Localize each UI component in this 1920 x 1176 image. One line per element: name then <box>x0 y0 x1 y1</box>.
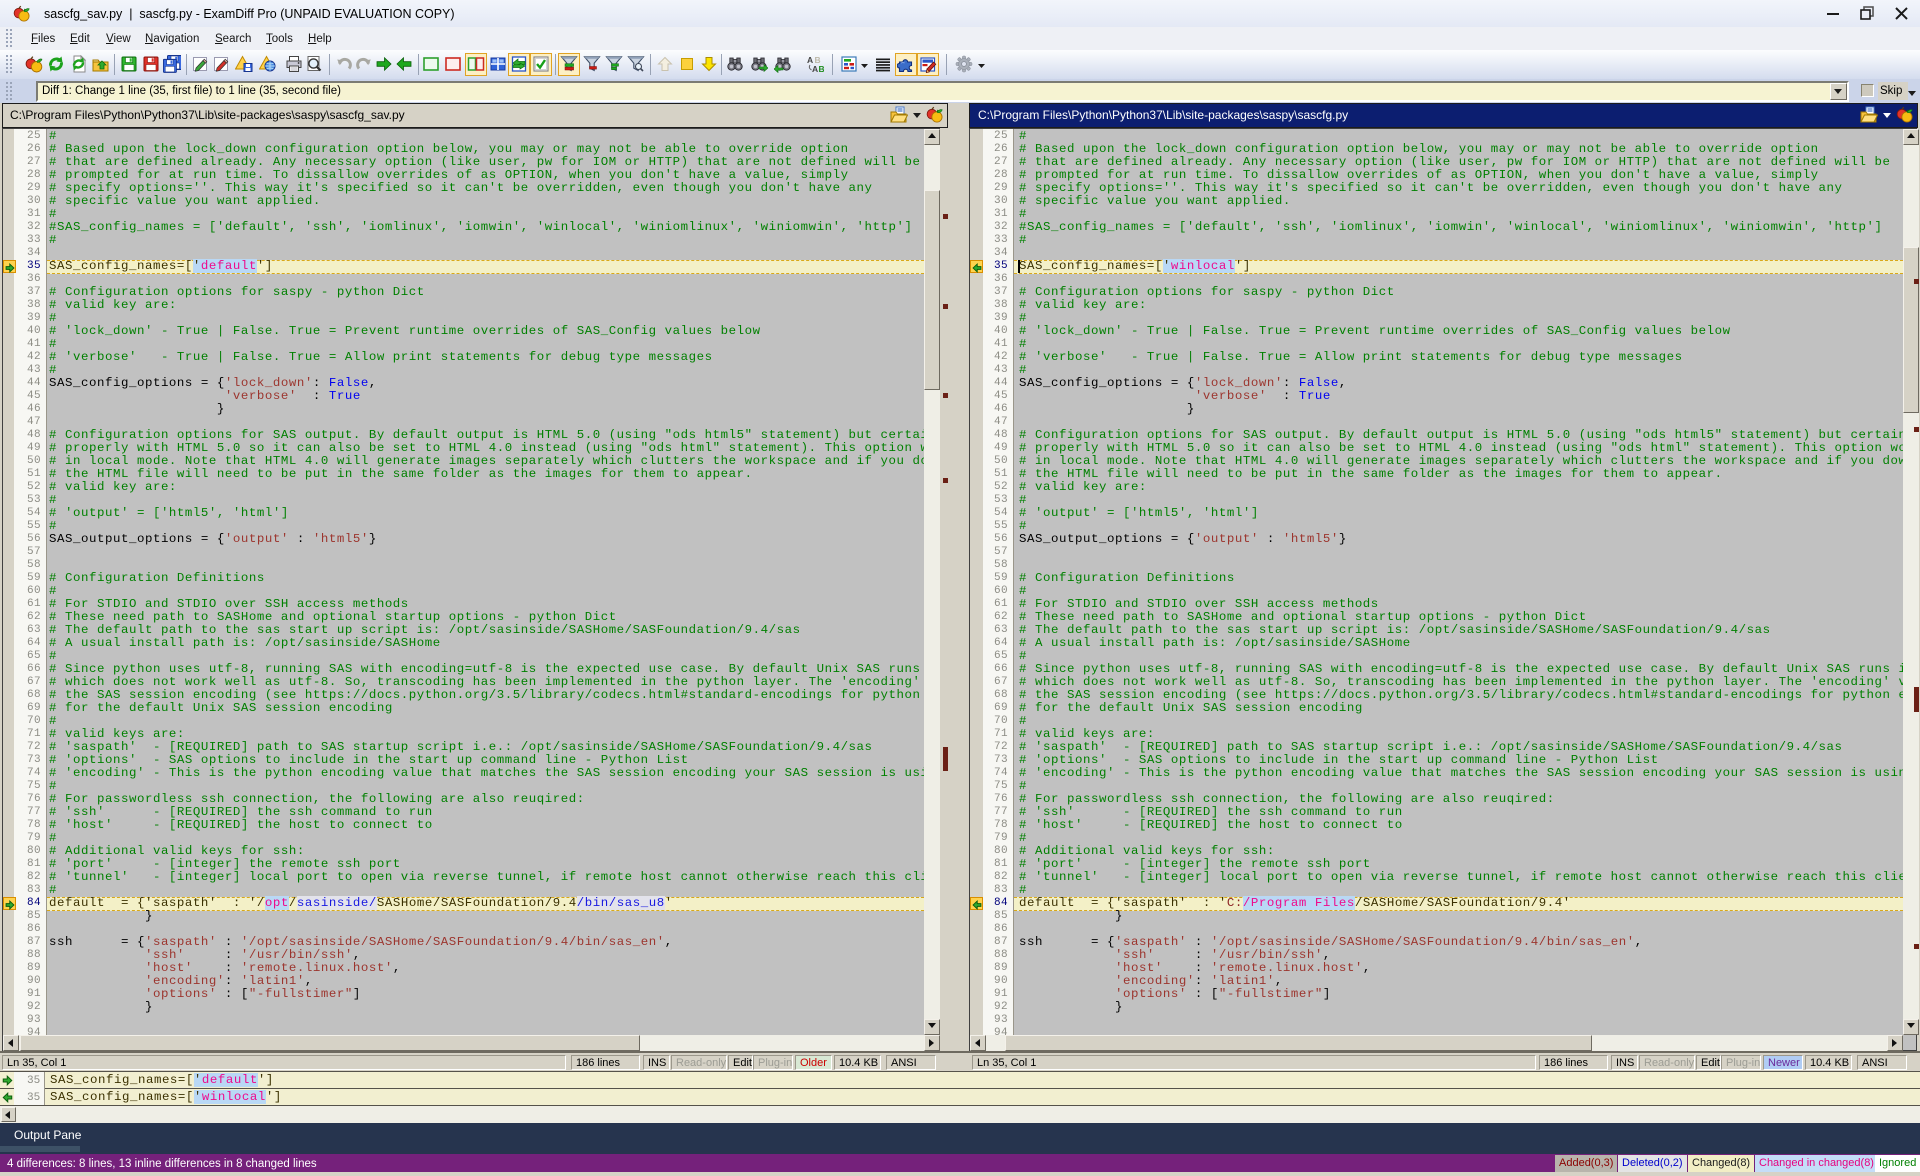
svg-text:B: B <box>819 64 825 73</box>
svg-text:A: A <box>812 64 818 73</box>
